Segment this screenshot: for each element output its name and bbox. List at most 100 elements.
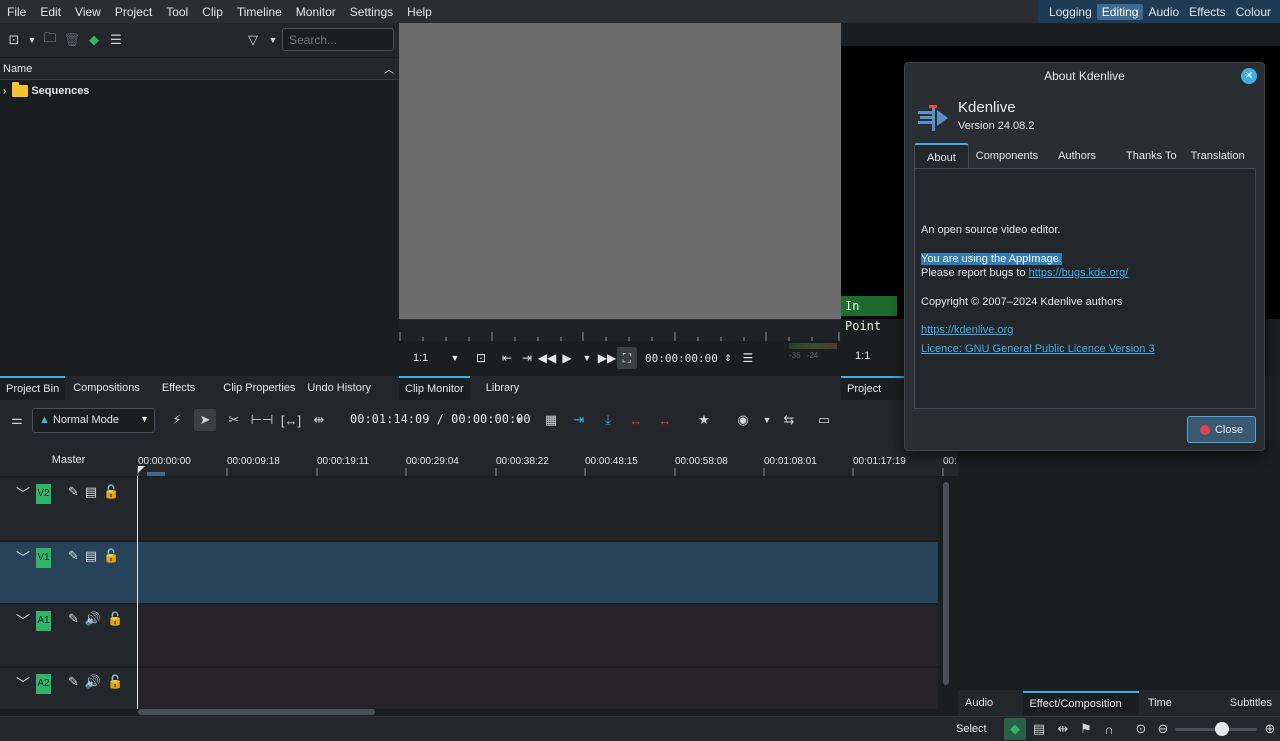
tab-project-bin[interactable]: Project Bin <box>0 376 66 400</box>
play-icon[interactable]: ▶ <box>557 347 577 369</box>
effects-wand-icon[interactable]: ✎ <box>68 674 79 690</box>
chevron-down-icon[interactable]: ▼ <box>577 347 597 369</box>
lift-icon[interactable]: ↔ <box>625 409 647 431</box>
menu-clip[interactable]: Clip <box>195 5 230 19</box>
effects-wand-icon[interactable]: ✎ <box>68 548 79 564</box>
tab-thanks-to[interactable]: Thanks To <box>1119 143 1184 169</box>
track-area-v1[interactable] <box>138 541 938 603</box>
homepage-link[interactable]: https://kdenlive.org <box>921 324 1013 336</box>
menu-icon[interactable]: ☰ <box>105 29 127 51</box>
collapse-icon[interactable]: ﹀ <box>16 548 30 568</box>
vertical-scrollbar[interactable] <box>943 482 949 685</box>
bugs-link[interactable]: https://bugs.kde.org/ <box>1029 267 1129 279</box>
menu-project[interactable]: Project <box>108 5 159 19</box>
layout-effects[interactable]: Effects <box>1184 4 1230 20</box>
filter-icon[interactable]: ▽ <box>242 29 264 51</box>
project-zoom-select[interactable]: 1:1 <box>855 350 870 362</box>
slip-tool-icon[interactable]: ⇹ <box>308 409 330 431</box>
track-header-v1[interactable]: ﹀ V1 ✎ ▤ 🔓 <box>0 541 137 603</box>
overwrite-icon[interactable]: ⤓ <box>597 409 619 431</box>
menu-help[interactable]: Help <box>400 5 439 19</box>
close-button[interactable]: Close <box>1187 416 1256 443</box>
track-area-v2[interactable] <box>138 477 938 540</box>
tab-about[interactable]: About <box>914 143 969 169</box>
lock-icon[interactable]: 🔓 <box>107 674 123 690</box>
mixer-icon[interactable]: ⇆ <box>778 409 800 431</box>
tab-clip-monitor[interactable]: Clip Monitor <box>399 376 470 400</box>
speaker-icon[interactable]: 🔊 <box>85 674 101 690</box>
chevron-right-icon[interactable]: › <box>3 86 6 97</box>
tab-time-remap[interactable]: Time Rema... <box>1139 691 1222 733</box>
tab-library[interactable]: Library <box>480 376 526 400</box>
layout-editing[interactable]: Editing <box>1096 3 1144 20</box>
menu-file[interactable]: File <box>0 5 33 19</box>
extract-icon[interactable]: ↔ <box>654 409 676 431</box>
clip-monitor-view[interactable] <box>399 23 841 319</box>
menu-view[interactable]: View <box>68 5 108 19</box>
tab-clip-properties[interactable]: Clip Properties <box>217 376 301 400</box>
timeline-ruler[interactable]: 00:00:00:00 00:00:09:18 00:00:19:11 00:0… <box>137 440 958 476</box>
layout-audio[interactable]: Audio <box>1143 4 1184 20</box>
favorite-icon[interactable]: ★ <box>693 409 715 431</box>
track-area-a1[interactable] <box>138 604 938 666</box>
appimage-note[interactable]: You are using the AppImage. <box>921 253 1062 265</box>
menu-settings[interactable]: Settings <box>343 5 400 19</box>
split-icon[interactable]: ⇹ <box>1052 718 1074 740</box>
film-icon[interactable]: ▤ <box>1028 718 1050 740</box>
chevron-down-icon[interactable]: ▼ <box>445 347 465 369</box>
lock-icon[interactable]: 🔓 <box>103 548 119 564</box>
tab-project-monitor[interactable]: Project Mon <box>841 376 911 417</box>
spin-icon[interactable]: ⇕ <box>718 347 738 369</box>
track-header-v2[interactable]: ﹀ V2 ✎ ▤ 🔓 <box>0 477 137 540</box>
menu-tool[interactable]: Tool <box>159 5 195 19</box>
licence-link[interactable]: Licence: GNU General Public Licence Vers… <box>921 343 1155 355</box>
folder-add-icon[interactable]: 🗀 <box>39 29 61 51</box>
subtitle-icon[interactable]: ▭ <box>813 409 835 431</box>
master-label[interactable]: Master <box>0 440 137 476</box>
tab-compositions[interactable]: Compositions <box>67 376 146 400</box>
rewind-icon[interactable]: ◀◀ <box>537 347 557 369</box>
fit-icon[interactable]: ⊡ <box>471 347 491 369</box>
bin-column-header[interactable]: Name ︿ <box>0 58 399 80</box>
layout-colour[interactable]: Colour <box>1231 4 1276 20</box>
film-icon[interactable]: ▤ <box>85 548 97 564</box>
spacer-tool-icon[interactable]: ⊢⊣ <box>251 409 274 431</box>
select-tool-icon[interactable]: ➤ <box>194 409 216 431</box>
crop-icon[interactable]: ⛶ <box>617 347 637 369</box>
chevron-down-icon[interactable]: ▼ <box>756 409 778 431</box>
playhead[interactable] <box>137 476 138 709</box>
tab-components[interactable]: Components <box>969 143 1045 169</box>
horizontal-scrollbar[interactable] <box>138 709 375 715</box>
bin-folder-row[interactable]: › Sequences <box>0 82 89 100</box>
track-header-a2[interactable]: ﹀ A2 ✎ 🔊 🔓 <box>0 667 137 709</box>
set-out-icon[interactable]: ⇥ <box>517 347 537 369</box>
chevron-up-icon[interactable]: ︿ <box>384 61 394 76</box>
close-icon[interactable]: ✕ <box>1241 68 1257 84</box>
chevron-down-icon[interactable]: ▼ <box>508 409 530 431</box>
speaker-icon[interactable]: 🔊 <box>85 611 101 627</box>
tag-icon[interactable]: ◆ <box>83 29 105 51</box>
bin-search-input[interactable] <box>282 28 394 51</box>
layout-logging[interactable]: Logging <box>1044 4 1097 20</box>
add-clip-icon[interactable]: ⊡ <box>3 29 25 51</box>
tab-authors[interactable]: Authors <box>1051 143 1103 169</box>
razor-tool-icon[interactable]: ✂ <box>223 409 245 431</box>
record-icon[interactable]: ◉ <box>732 409 754 431</box>
settings-sliders-icon[interactable]: ⚌ <box>6 409 28 431</box>
magnet-icon[interactable]: ∩ <box>1098 718 1120 740</box>
forward-icon[interactable]: ▶▶ <box>597 347 617 369</box>
clip-timecode[interactable]: 00:00:00:00 <box>645 352 718 365</box>
tag-icon[interactable]: ◆ <box>1004 718 1026 740</box>
tab-undo-history[interactable]: Undo History <box>301 376 377 400</box>
film-icon[interactable]: ▤ <box>85 484 97 500</box>
magic-icon[interactable]: ⚡ <box>166 409 188 431</box>
track-header-a1[interactable]: ﹀ A1 ✎ 🔊 🔓 <box>0 604 137 666</box>
zoom-slider-handle[interactable] <box>1215 722 1229 736</box>
chevron-down-icon[interactable]: ▼ <box>262 29 284 51</box>
tab-effect-composition[interactable]: Effect/Composition ... <box>1023 691 1139 732</box>
chevron-down-icon[interactable]: ▼ <box>25 29 39 51</box>
edit-mode-select[interactable]: ▲ Normal Mode ▼ <box>32 408 155 433</box>
insert-icon[interactable]: ⇥ <box>568 409 590 431</box>
zoom-in-icon[interactable]: ⊕ <box>1259 718 1280 740</box>
clip-zoom-select[interactable]: 1:1 <box>413 352 445 364</box>
